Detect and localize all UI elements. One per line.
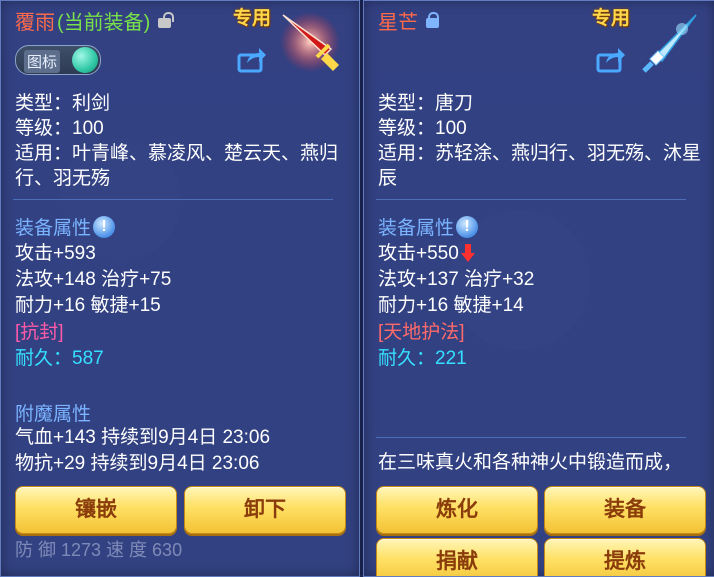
durability: 耐久：221 (378, 348, 467, 369)
icon-toggle[interactable]: 图标 (15, 45, 101, 75)
attack-value: 攻击+550 (378, 243, 459, 264)
item-level: 等级：100 (15, 118, 104, 139)
equip-button[interactable]: 装备 (544, 486, 706, 534)
enchant-section-header: 附魔属性 (15, 399, 91, 426)
divider (376, 437, 686, 438)
extract-button[interactable]: 提炼 (544, 538, 706, 576)
item-title: 覆雨 (当前装备) (15, 5, 175, 35)
durability: 耐久：587 (15, 348, 104, 369)
exclusive-badge: 专用 (233, 8, 272, 29)
enchant-phys-resist: 物抗+29 持续到9月4日 23:06 (15, 453, 260, 474)
stamina-agility-stat: 耐力+16 敏捷+14 (378, 295, 524, 316)
lock-open-icon[interactable] (158, 12, 175, 28)
stamina-agility-stat: 耐力+16 敏捷+15 (15, 295, 161, 316)
toggle-knob (72, 47, 98, 73)
item-type: 类型：利剑 (15, 93, 111, 114)
current-equipment-panel: 覆雨 (当前装备) 专用 图标 类型：利剑 等级：100 适用：叶青峰、慕凌风、… (0, 0, 360, 577)
divider (376, 199, 686, 200)
item-type: 类型：唐刀 (378, 93, 474, 114)
item-name: 覆雨 (15, 11, 55, 34)
compare-equipment-panel: 星芒 专用 类型：唐刀 等级：100 适用：苏轻涂、燕归行、羽无殇、沐星辰 装备… (363, 0, 714, 577)
unequip-button[interactable]: 卸下 (184, 486, 346, 534)
special-tag: [抗封] (15, 322, 64, 343)
divider (13, 199, 333, 200)
item-description: 在三味真火和各种神火中锻造而成， (378, 452, 683, 473)
attr-section-header: 装备属性 ! (378, 213, 479, 240)
icon-toggle-label: 图标 (24, 50, 61, 73)
exclusive-badge: 专用 (592, 8, 631, 29)
attr-header-label: 装备属性 (378, 218, 455, 239)
enchant-header-label: 附魔属性 (15, 404, 92, 425)
attr-header-label: 装备属性 (15, 218, 92, 239)
blade-icon[interactable] (636, 9, 702, 75)
info-icon[interactable]: ! (93, 215, 116, 238)
background-stats: 防 御 1273 速 度 630 (15, 540, 183, 560)
equipped-tag: (当前装备) (57, 11, 151, 34)
attr-section-header: 装备属性 ! (15, 213, 116, 240)
item-title: 星芒 (378, 5, 440, 35)
arrow-down-icon (460, 244, 475, 262)
share-icon[interactable] (237, 45, 267, 73)
enchant-hp: 气血+143 持续到9月4日 23:06 (15, 427, 271, 448)
item-level: 等级：100 (378, 118, 467, 139)
magic-heal-stat: 法攻+137 治疗+32 (378, 269, 535, 290)
inlay-button[interactable]: 镶嵌 (15, 486, 177, 534)
attack-stat: 攻击+550 (378, 241, 475, 266)
sword-icon[interactable] (277, 9, 343, 75)
attack-stat: 攻击+593 (15, 243, 96, 264)
donate-button[interactable]: 捐献 (376, 538, 538, 576)
lock-closed-icon[interactable] (426, 12, 440, 28)
item-applicable: 适用：苏轻涂、燕归行、羽无殇、沐星辰 (378, 143, 702, 189)
special-tag: [天地护法] (378, 322, 465, 343)
magic-heal-stat: 法攻+148 治疗+75 (15, 269, 172, 290)
item-name: 星芒 (378, 11, 418, 34)
info-icon[interactable]: ! (456, 215, 479, 238)
item-applicable: 适用：叶青峰、慕凌风、楚云天、燕归行、羽无殇 (15, 143, 339, 189)
share-icon[interactable] (596, 45, 626, 73)
refine-button[interactable]: 炼化 (376, 486, 538, 534)
